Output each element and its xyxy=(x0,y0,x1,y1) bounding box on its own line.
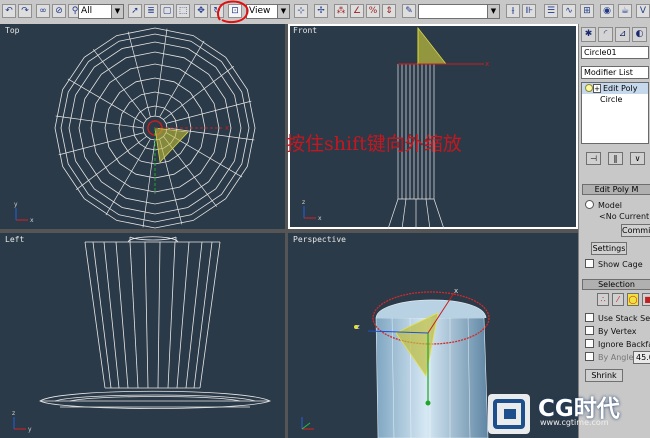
make-unique-icon[interactable]: ∨ xyxy=(630,152,645,165)
region-icon[interactable]: ▢ xyxy=(160,4,174,18)
chevron-down-icon: ▼ xyxy=(487,5,499,18)
selection-filter-dropdown[interactable]: All ▼ xyxy=(78,4,124,19)
radio-icon xyxy=(585,200,594,209)
viewport-left[interactable]: Left y z xyxy=(0,233,285,438)
rollout-edit-poly-mode[interactable]: Edit Poly M xyxy=(582,184,650,195)
unlink-icon[interactable]: ⊘ xyxy=(52,4,66,18)
axis-x-label: x xyxy=(485,60,489,68)
show-cage-checkbox[interactable]: Show Cage xyxy=(585,259,643,269)
current-op-label: <No Current Op xyxy=(599,212,650,221)
object-name-field[interactable]: Circle01 xyxy=(581,46,649,59)
ignore-backfacing-checkbox[interactable]: Ignore Backfac xyxy=(585,339,650,349)
stack-buttons: ⊣ ‖ ∨ xyxy=(582,152,650,166)
pin-stack-icon[interactable]: ⊣ xyxy=(586,152,601,165)
viewport-top[interactable]: Top x x y xyxy=(0,24,285,229)
checkbox-icon xyxy=(585,352,594,361)
use-center-icon[interactable]: ⊹ xyxy=(294,4,308,18)
checkbox-icon xyxy=(585,339,594,348)
rollout-selection[interactable]: Selection xyxy=(582,279,650,290)
corner-axis-x: x xyxy=(318,215,322,222)
snap-icon[interactable]: ⁂ xyxy=(334,4,348,18)
spinner-snap-icon[interactable]: ⇕ xyxy=(382,4,396,18)
hierarchy-tab-icon[interactable]: ⊿ xyxy=(615,27,630,42)
front-view-wireframe: x x z xyxy=(302,26,489,229)
expand-icon[interactable]: + xyxy=(593,84,601,93)
move-icon[interactable]: ✥ xyxy=(194,4,208,18)
stack-item-edit-poly[interactable]: + Edit Poly xyxy=(582,83,648,94)
by-angle-checkbox[interactable]: By Angle: xyxy=(585,352,636,362)
checkbox-icon xyxy=(585,313,594,322)
commit-button[interactable]: Commi xyxy=(621,224,650,237)
checkbox-icon xyxy=(585,326,594,335)
manipulate-icon[interactable]: ✢ xyxy=(314,4,328,18)
left-view-wireframe: y z xyxy=(12,236,271,433)
render-icon[interactable]: V xyxy=(636,4,650,18)
modifier-list-dropdown[interactable]: Modifier List xyxy=(581,66,649,79)
named-selection-icon[interactable]: ✎ xyxy=(402,4,416,18)
stack-item-circle[interactable]: Circle xyxy=(582,94,648,105)
corner-axis-z: z xyxy=(302,199,305,206)
angle-snap-icon[interactable]: ∠ xyxy=(350,4,364,18)
chevron-down-icon: ▼ xyxy=(111,5,123,18)
viewport-area: Top x x y Front x x z Left y z Perspecti… xyxy=(0,24,578,438)
by-vertex-checkbox[interactable]: By Vertex xyxy=(585,326,636,336)
select-by-name-icon[interactable]: ≣ xyxy=(144,4,158,18)
highlight-circle xyxy=(217,0,249,24)
mirror-icon[interactable]: ⫲ xyxy=(506,4,520,18)
polygon-level-icon[interactable]: ■ xyxy=(642,293,650,306)
vertex-level-icon[interactable]: ∴ xyxy=(597,293,609,306)
schematic-icon[interactable]: ⊞ xyxy=(580,4,594,18)
window-crossing-icon[interactable]: ⬚ xyxy=(176,4,190,18)
angle-value-field[interactable]: 45.0 xyxy=(633,351,650,364)
curve-editor-icon[interactable]: ∿ xyxy=(562,4,576,18)
render-setup-icon[interactable]: ☕ xyxy=(618,4,632,18)
use-stack-selection-checkbox[interactable]: Use Stack Sele xyxy=(585,313,650,323)
select-icon[interactable]: ➚ xyxy=(128,4,142,18)
redo-icon[interactable]: ↷ xyxy=(18,4,32,18)
undo-icon[interactable]: ↶ xyxy=(2,4,16,18)
link-icon[interactable]: ∞ xyxy=(36,4,50,18)
align-icon[interactable]: ⊪ xyxy=(522,4,536,18)
main-toolbar: ↶ ↷ ∞ ⊘ ⚲ All ▼ ➚ ≣ ▢ ⬚ ✥ ↻ ⊡ View ▼ ⊹ ✢ ⁂… xyxy=(0,0,650,25)
watermark-url: www.cgtime.com xyxy=(540,418,609,427)
checkbox-icon xyxy=(585,259,594,268)
corner-axis-y: y xyxy=(28,426,32,433)
border-level-icon[interactable]: ◯ xyxy=(627,293,639,306)
show-end-result-icon[interactable]: ‖ xyxy=(608,152,623,165)
subobject-levels: ∴ ⁄ ◯ ■ xyxy=(597,293,650,307)
chevron-down-icon: ▼ xyxy=(277,5,289,18)
create-tab-icon[interactable]: ✱ xyxy=(581,27,596,42)
motion-tab-icon[interactable]: ◐ xyxy=(632,27,647,42)
edge-level-icon[interactable]: ⁄ xyxy=(612,293,624,306)
modifier-stack: + Edit Poly Circle xyxy=(581,82,649,144)
corner-axis-z: z xyxy=(12,410,15,417)
axis-x-label: x xyxy=(454,287,458,295)
command-panel: ✱ ◜ ⊿ ◐ Circle01 Modifier List + Edit Po… xyxy=(578,24,650,438)
corner-axis-x: x xyxy=(30,217,34,224)
layer-icon[interactable]: ☰ xyxy=(544,4,558,18)
annotation-text: 按住shift键向外缩放 xyxy=(286,133,462,155)
material-editor-icon[interactable]: ◉ xyxy=(600,4,614,18)
shrink-button[interactable]: Shrink xyxy=(585,369,623,382)
corner-axis-y: y xyxy=(14,201,18,208)
top-view-wireframe: x x y xyxy=(14,27,256,229)
viewport-front[interactable]: Front x x z xyxy=(288,24,578,229)
axis-x-label: x xyxy=(225,124,229,132)
settings-button[interactable]: Settings xyxy=(591,242,627,255)
modify-tab-icon[interactable]: ◜ xyxy=(598,27,613,42)
light-bulb-icon[interactable] xyxy=(585,84,593,92)
percent-snap-icon[interactable]: % xyxy=(366,4,380,18)
named-selection-dropdown[interactable]: ▼ xyxy=(418,4,500,19)
radio-model[interactable]: Model xyxy=(585,200,622,210)
